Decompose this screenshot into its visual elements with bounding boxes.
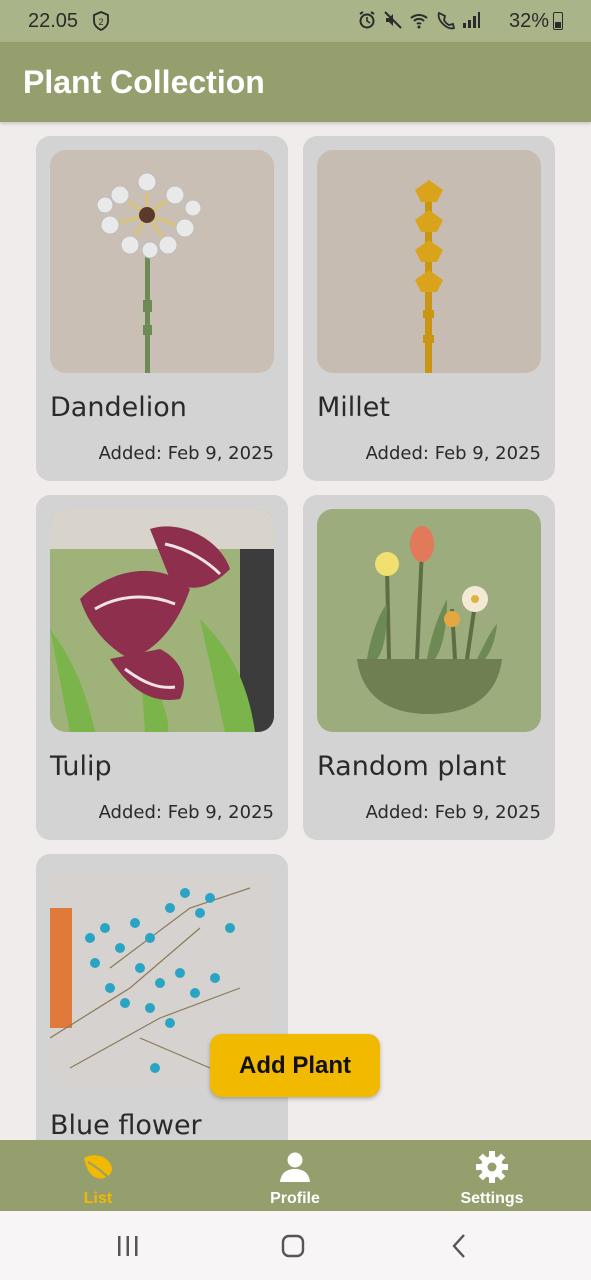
plant-name: Random plant xyxy=(317,751,507,782)
plant-grid[interactable]: Dandelion Added: Feb 9, 2025 Millet Adde… xyxy=(0,122,591,1140)
shield-icon: 2 xyxy=(92,11,110,32)
plant-image-millet xyxy=(317,150,541,373)
plant-date: Added: Feb 9, 2025 xyxy=(365,443,541,464)
plant-name: Dandelion xyxy=(50,392,187,423)
plant-name: Tulip xyxy=(50,751,112,782)
mute-icon xyxy=(384,11,402,29)
shield-badge: 2 xyxy=(98,17,103,27)
home-icon[interactable] xyxy=(280,1233,306,1259)
plant-image-tulip xyxy=(50,509,274,732)
plant-date: Added: Feb 9, 2025 xyxy=(98,802,274,823)
recent-apps-icon[interactable] xyxy=(115,1233,141,1259)
back-icon[interactable] xyxy=(447,1233,473,1259)
wifi-icon xyxy=(410,14,428,29)
alarm-icon xyxy=(359,11,375,29)
plant-name: Blue flower xyxy=(50,1110,202,1140)
nav-label-settings: Settings xyxy=(460,1190,524,1207)
nav-item-list[interactable]: List xyxy=(23,1140,173,1211)
leaf-icon xyxy=(84,1155,112,1181)
nav-label-profile: Profile xyxy=(270,1190,320,1207)
plant-card-millet[interactable]: Millet Added: Feb 9, 2025 xyxy=(303,136,555,481)
gear-icon xyxy=(476,1151,508,1183)
plant-date: Added: Feb 9, 2025 xyxy=(365,802,541,823)
page-title: Plant Collection xyxy=(23,64,265,100)
plant-image-random-plant xyxy=(317,509,541,732)
bottom-navigation: List Profile Settings xyxy=(0,1140,591,1211)
person-icon xyxy=(280,1152,310,1182)
status-icons xyxy=(357,10,481,30)
plant-name: Millet xyxy=(317,392,390,423)
app-bar: Plant Collection xyxy=(0,42,591,122)
status-bar: 22.05 2 32% xyxy=(0,0,591,42)
plant-card-dandelion[interactable]: Dandelion Added: Feb 9, 2025 xyxy=(36,136,288,481)
add-plant-button[interactable]: Add Plant xyxy=(210,1034,380,1097)
battery-percentage: 32% xyxy=(508,10,549,32)
wifi-call-icon xyxy=(437,11,455,30)
nav-item-profile[interactable]: Profile xyxy=(220,1140,370,1211)
plant-card-tulip[interactable]: Tulip Added: Feb 9, 2025 xyxy=(36,495,288,840)
plant-card-blue-flower[interactable]: Blue flower xyxy=(36,854,288,1140)
signal-icon xyxy=(463,12,480,28)
nav-label-list: List xyxy=(83,1190,113,1207)
nav-item-settings[interactable]: Settings xyxy=(417,1140,567,1211)
plant-date: Added: Feb 9, 2025 xyxy=(98,443,274,464)
plant-image-dandelion xyxy=(50,150,274,373)
battery-icon xyxy=(553,12,563,30)
plant-card-random-plant[interactable]: Random plant Added: Feb 9, 2025 xyxy=(303,495,555,840)
status-time: 22.05 xyxy=(28,10,79,32)
system-navigation-bar xyxy=(0,1211,591,1280)
